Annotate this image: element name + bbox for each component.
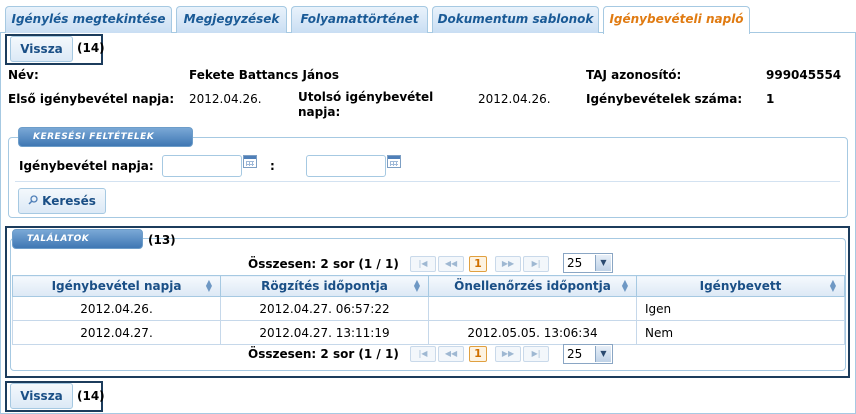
tab-bar: Igénylés megtekintése Megjegyzések Folya… <box>0 0 856 34</box>
calendar-icon[interactable] <box>243 155 257 168</box>
next-page-icon[interactable]: ▶▶ <box>495 256 521 272</box>
sort-icon: ▲ ▼ <box>621 278 628 293</box>
pager-summary-bottom: Összesen: 2 sor (1 / 1) <box>248 347 399 361</box>
last-usage-value: 2012.04.26. <box>478 92 551 106</box>
search-icon <box>28 189 38 205</box>
page-size-value: 25 <box>567 347 583 361</box>
page-size-select-top[interactable]: 25 ▼ <box>563 253 613 273</box>
prev-page-icon[interactable]: ◀◀ <box>438 346 464 362</box>
date-range-separator: : <box>270 159 275 173</box>
results-legend[interactable]: Találatok <box>12 229 143 249</box>
back-button-bottom[interactable]: Vissza <box>10 383 73 409</box>
cell-recorded-at: 2012.04.27. 13:11:19 <box>220 320 429 345</box>
tab-usage-log[interactable]: Igénybevételi napló <box>603 6 750 34</box>
usage-count-label: Igénybevételek száma: <box>586 92 743 106</box>
back-button[interactable]: Vissza <box>10 36 73 62</box>
page-size-select-bottom[interactable]: 25 ▼ <box>563 344 613 364</box>
sort-icon: ▲ ▼ <box>413 278 420 293</box>
sort-icon: ▲ ▼ <box>205 278 212 293</box>
calendar-icon[interactable] <box>387 155 401 168</box>
name-value: Fekete Battancs János <box>189 68 339 82</box>
cell-used: Igen <box>636 296 845 321</box>
results-badge: (13) <box>148 233 176 247</box>
column-header-recorded-at[interactable]: Rögzítés időpontja ▲ ▼ <box>220 275 429 297</box>
sort-icon: ▲ ▼ <box>829 278 836 293</box>
table-header-row: Igénybevétel napja ▲ ▼ Rögzítés időpontja ▲… <box>12 275 845 297</box>
last-page-icon[interactable]: ▶| <box>523 256 549 272</box>
date-to-input[interactable] <box>306 155 386 177</box>
first-usage-value: 2012.04.26. <box>189 92 262 106</box>
table-row[interactable]: 2012.04.26. 2012.04.27. 06:57:22 Igen <box>12 296 845 321</box>
current-page-top[interactable]: 1 <box>469 256 487 272</box>
prev-page-icon[interactable]: ◀◀ <box>438 256 464 272</box>
pager-summary-top: Összesen: 2 sor (1 / 1) <box>248 257 399 271</box>
column-header-usage-date[interactable]: Igénybevétel napja ▲ ▼ <box>12 275 221 297</box>
first-page-icon[interactable]: |◀ <box>410 256 436 272</box>
current-page-bottom[interactable]: 1 <box>469 346 487 362</box>
usage-date-label: Igénybevétel napja: <box>19 159 154 173</box>
chevron-down-icon: ▼ <box>595 346 611 362</box>
tab-request-view[interactable]: Igénylés megtekintése <box>5 6 172 33</box>
last-usage-label-line1: Utolsó igénybevétel <box>298 90 434 104</box>
cell-selfcheck-at: 2012.05.05. 13:06:34 <box>428 320 637 345</box>
cell-usage-date: 2012.04.26. <box>12 296 221 321</box>
name-label: Név: <box>8 68 39 82</box>
last-usage-label-line2: napja: <box>298 105 341 119</box>
search-button-label: Keresés <box>42 194 96 208</box>
search-divider <box>15 181 840 182</box>
cell-selfcheck-at <box>428 296 637 321</box>
search-fieldset <box>8 137 848 218</box>
search-legend[interactable]: Keresési feltételek <box>18 127 193 147</box>
date-from-input[interactable] <box>162 155 242 177</box>
back-button-badge: (14) <box>77 389 105 403</box>
tab-process-history[interactable]: Folyamattörténet <box>291 6 428 33</box>
usage-count-value: 1 <box>766 92 775 106</box>
tab-document-templates[interactable]: Dokumentum sablonok <box>432 6 599 33</box>
cell-recorded-at: 2012.04.27. 06:57:22 <box>220 296 429 321</box>
column-header-selfcheck-at[interactable]: Önellenőrzés időpontja ▲ ▼ <box>428 275 637 297</box>
tab-notes[interactable]: Megjegyzések <box>176 6 287 33</box>
back-button-badge: (14) <box>77 41 105 55</box>
page-size-value: 25 <box>567 256 583 270</box>
search-button[interactable]: Keresés <box>18 188 106 214</box>
taj-value: 999045554 <box>766 68 842 82</box>
column-header-used[interactable]: Igénybevett ▲ ▼ <box>636 275 845 297</box>
first-page-icon[interactable]: |◀ <box>410 346 436 362</box>
table-row[interactable]: 2012.04.27. 2012.04.27. 13:11:19 2012.05… <box>12 320 845 345</box>
cell-usage-date: 2012.04.27. <box>12 320 221 345</box>
next-page-icon[interactable]: ▶▶ <box>495 346 521 362</box>
chevron-down-icon: ▼ <box>595 255 611 271</box>
cell-used: Nem <box>636 320 845 345</box>
results-table: Igénybevétel napja ▲ ▼ Rögzítés időpontja ▲… <box>12 275 845 345</box>
taj-label: TAJ azonosító: <box>586 68 682 82</box>
first-usage-label: Első igénybevétel napja: <box>8 92 175 106</box>
last-page-icon[interactable]: ▶| <box>523 346 549 362</box>
